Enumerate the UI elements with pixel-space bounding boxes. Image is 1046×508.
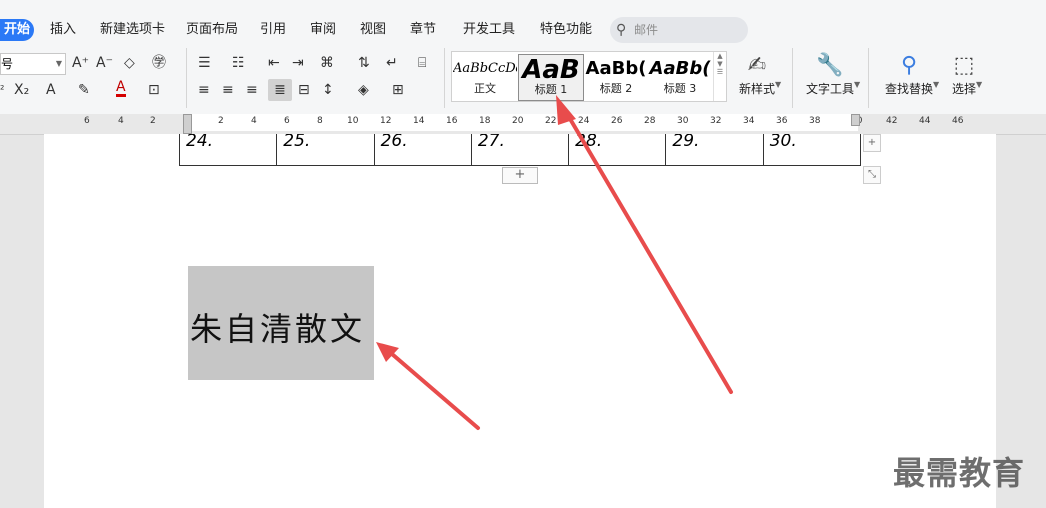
annotation-arrows xyxy=(376,95,733,430)
arrow-to-heading-text xyxy=(376,342,480,430)
arrow-to-heading-style xyxy=(556,95,733,394)
